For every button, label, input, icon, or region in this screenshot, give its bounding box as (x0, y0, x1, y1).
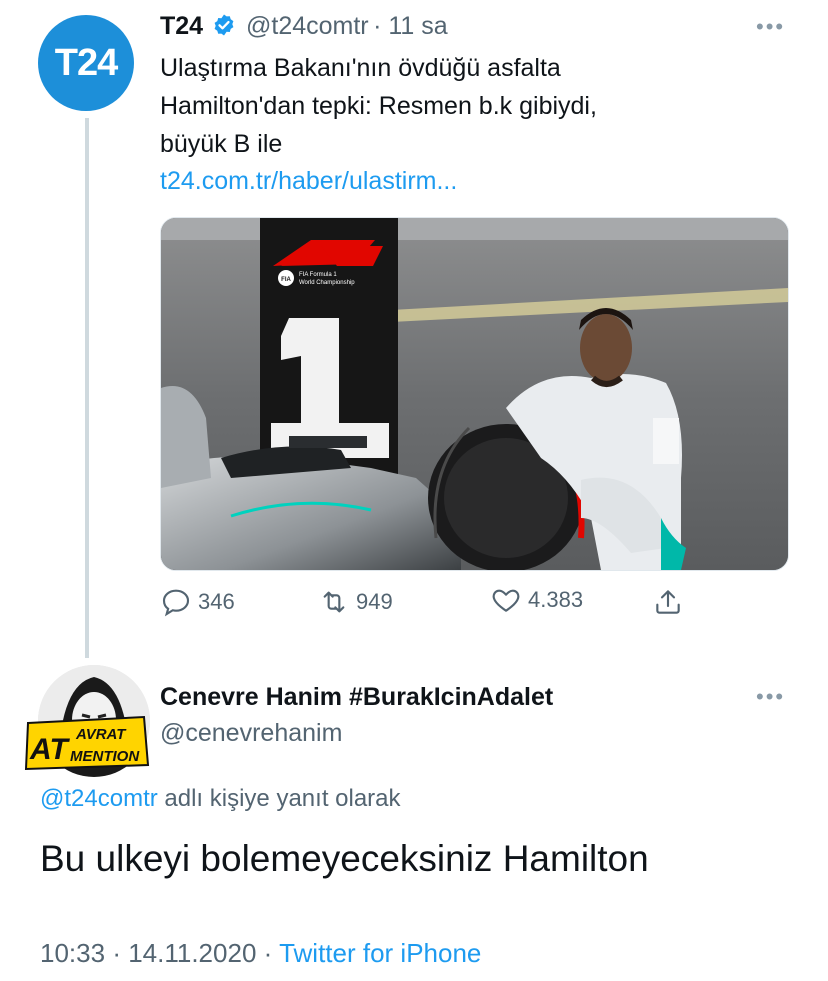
retweet-count: 949 (356, 589, 393, 614)
tweet-photo[interactable]: FIA FIA Formula 1 World Championship (160, 217, 789, 571)
reply-author-name[interactable]: Cenevre Hanim #BurakIcinAdalet (160, 683, 553, 712)
retweet-icon (323, 591, 345, 613)
logo-at-text: AT (29, 733, 70, 766)
reply-text: Bu ulkeyi bolemeyeceksiniz Hamilton (40, 838, 649, 879)
more-options-icon[interactable]: ••• (756, 14, 785, 40)
reply-author-handle[interactable]: @cenevrehanim (160, 719, 342, 748)
tweet-text: Ulaştırma Bakanı'nın övdüğü asfalta Hami… (160, 49, 780, 163)
like-action[interactable]: 4.383 (490, 584, 583, 616)
logo-mention-text: MENTION (70, 748, 140, 765)
tweet-header: T24 @t24comtr · 11 sa (160, 12, 448, 41)
like-count: 4.383 (528, 587, 584, 612)
share-action[interactable] (652, 586, 684, 618)
tweet-text-line: büyük B ile (160, 130, 283, 158)
avrat-mention-logo-graphic: AT AVRAT MENTION (24, 715, 150, 771)
replying-to: @t24comtr adlı kişiye yanıt olarak (40, 785, 401, 813)
thread-connector-line (85, 118, 89, 658)
tweet-text-line: Ulaştırma Bakanı'nın övdüğü asfalta (160, 54, 561, 82)
share-icon (656, 590, 680, 614)
tweet-link[interactable]: t24.com.tr/haber/ulastirm... (160, 167, 457, 196)
fia-badge-text: FIA (281, 277, 291, 283)
board-caption-line1: FIA Formula 1 (299, 272, 337, 278)
heart-icon (492, 589, 520, 612)
author-name[interactable]: T24 (160, 12, 203, 40)
verified-badge-icon (214, 14, 233, 36)
replying-to-mention[interactable]: @t24comtr (40, 785, 158, 812)
reply-source[interactable]: Twitter for iPhone (279, 938, 481, 968)
meta-separator: · (263, 938, 280, 968)
tweet-time[interactable]: 11 sa (388, 12, 447, 40)
reply-time: 10:33 (40, 938, 106, 968)
retweet-action[interactable]: 949 (318, 586, 393, 618)
reply-meta: 10:33 · 14.11.2020 · Twitter for iPhone (40, 938, 481, 969)
reply-count: 346 (198, 589, 235, 614)
reply-action[interactable]: 346 (160, 586, 235, 618)
photo-illustration: FIA FIA Formula 1 World Championship (161, 218, 788, 570)
meta-separator: · (112, 938, 129, 968)
replying-to-suffix: adlı kişiye yanıt olarak (164, 785, 401, 812)
logo-avrat-text: AVRAT (75, 726, 127, 743)
reply-icon (162, 589, 190, 617)
reply-more-options-icon[interactable]: ••• (756, 684, 785, 710)
reply-date: 14.11.2020 (128, 938, 257, 968)
board-caption-line2: World Championship (299, 280, 355, 286)
dot-separator: · (373, 12, 389, 40)
author-handle[interactable]: @t24comtr (246, 12, 369, 40)
avrat-mention-logo: AT AVRAT MENTION (24, 715, 152, 771)
t24-avatar[interactable]: T24 (38, 15, 134, 111)
tweet-text-line: Hamilton'dan tepki: Resmen b.k gibiydi, (160, 92, 597, 120)
